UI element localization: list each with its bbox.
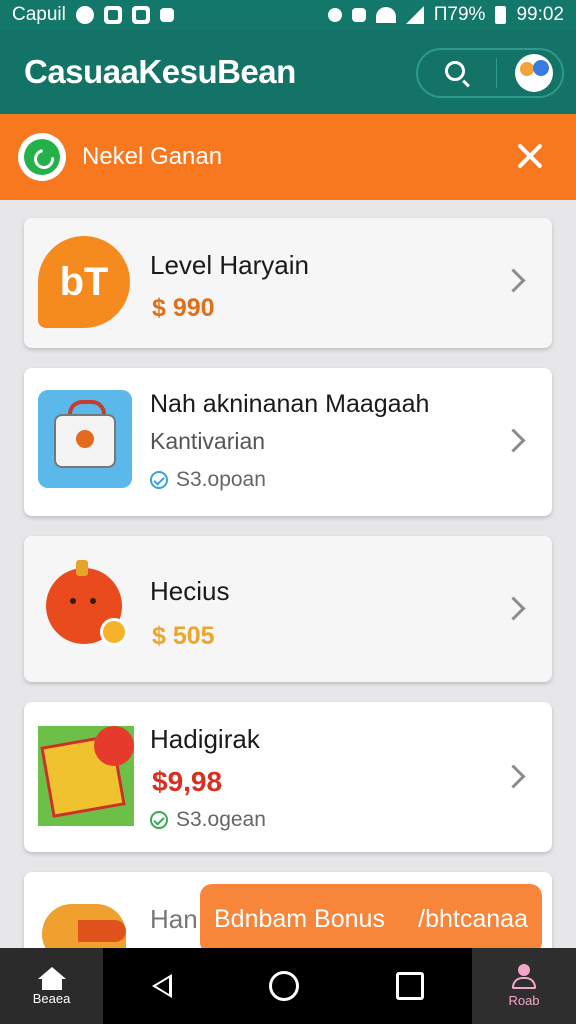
chevron-right-icon: [501, 428, 526, 453]
mail-icon: [131, 6, 150, 24]
search-icon[interactable]: [418, 50, 496, 96]
alarm-icon: [327, 8, 342, 22]
nfc-icon: [351, 8, 366, 22]
camera-icon: [103, 6, 122, 24]
tab-profile[interactable]: Roab: [472, 948, 576, 1024]
notification-icon: [75, 6, 94, 24]
avatar[interactable]: [515, 54, 553, 92]
chevron-right-icon: [501, 268, 526, 293]
recent-apps-icon[interactable]: [395, 972, 424, 1000]
person-icon: [510, 964, 538, 990]
signal-icon: [405, 6, 424, 24]
wifi-icon: [375, 7, 396, 23]
back-icon[interactable]: [151, 974, 172, 998]
game-title: Hadigirak: [150, 724, 260, 754]
status-bar: Capuil Π79% 99:02: [0, 0, 576, 30]
system-keys: [103, 971, 472, 1001]
bonus-label: Bdnbam Bonus: [214, 904, 385, 933]
chevron-right-icon: [501, 764, 526, 789]
bonus-button[interactable]: Bdnbam Bonus /bhtcanaa: [200, 884, 542, 954]
app-title: CasuaaKesuBean: [24, 53, 296, 90]
sale-box-icon: [38, 726, 134, 826]
game-title: Hecius: [150, 576, 230, 606]
bonus-sublabel: /bhtcanaa: [418, 904, 528, 933]
game-price: $9,98: [152, 766, 223, 797]
tab-home-label: Beaea: [32, 990, 71, 1006]
check-circle-icon: [150, 811, 168, 829]
chevron-right-icon: [501, 596, 526, 621]
carrier-label: Capuil: [12, 4, 66, 25]
game-card-4[interactable]: Hadigirak $9,98 S3.ogean: [24, 702, 552, 852]
game-title: Nah akninanan Maagaah: [150, 390, 430, 418]
game-tag: S3.ogean: [150, 808, 266, 832]
tab-profile-label: Roab: [508, 993, 540, 1008]
pill-divider: [496, 58, 497, 88]
search-pill[interactable]: [416, 48, 564, 98]
tag-text: S3.ogean: [176, 808, 266, 831]
app-bar: CasuaaKesuBean: [0, 30, 576, 114]
game-price: $ 505: [152, 622, 215, 650]
battery-percent: Π79%: [433, 4, 486, 25]
pumpkin-character-icon: [38, 560, 130, 652]
game-logo-text: bT: [59, 259, 109, 304]
home-circle-icon[interactable]: [268, 971, 299, 1001]
game-title: Level Haryain: [150, 250, 309, 280]
whatsapp-icon: [18, 133, 66, 181]
battery-icon: [495, 6, 507, 24]
close-icon[interactable]: [512, 138, 548, 174]
shopping-bag-icon: [38, 390, 132, 488]
house-icon: [37, 966, 66, 990]
banner-text: Nekel Ganan: [82, 143, 223, 170]
check-circle-icon: [150, 471, 168, 489]
game-card-2[interactable]: Nah akninanan Maagaah Kantivarian S3.opo…: [24, 368, 552, 516]
app-notification-icon: [159, 8, 174, 22]
game-price: $ 990: [152, 294, 215, 322]
game-logo-icon: bT: [38, 236, 130, 328]
game-card-3[interactable]: Hecius $ 505: [24, 536, 552, 682]
whatsapp-banner[interactable]: Nekel Ganan: [0, 114, 576, 200]
clock: 99:02: [516, 4, 564, 25]
tag-text: S3.opoan: [176, 468, 266, 491]
tab-home[interactable]: Beaea: [0, 948, 103, 1024]
navigation-bar: Beaea Roab: [0, 948, 576, 1024]
game-title: Han: [150, 904, 198, 934]
game-card-1[interactable]: bT Level Haryain $ 990: [24, 218, 552, 348]
game-subtitle: Kantivarian: [150, 428, 266, 454]
game-tag: S3.opoan: [150, 468, 266, 492]
